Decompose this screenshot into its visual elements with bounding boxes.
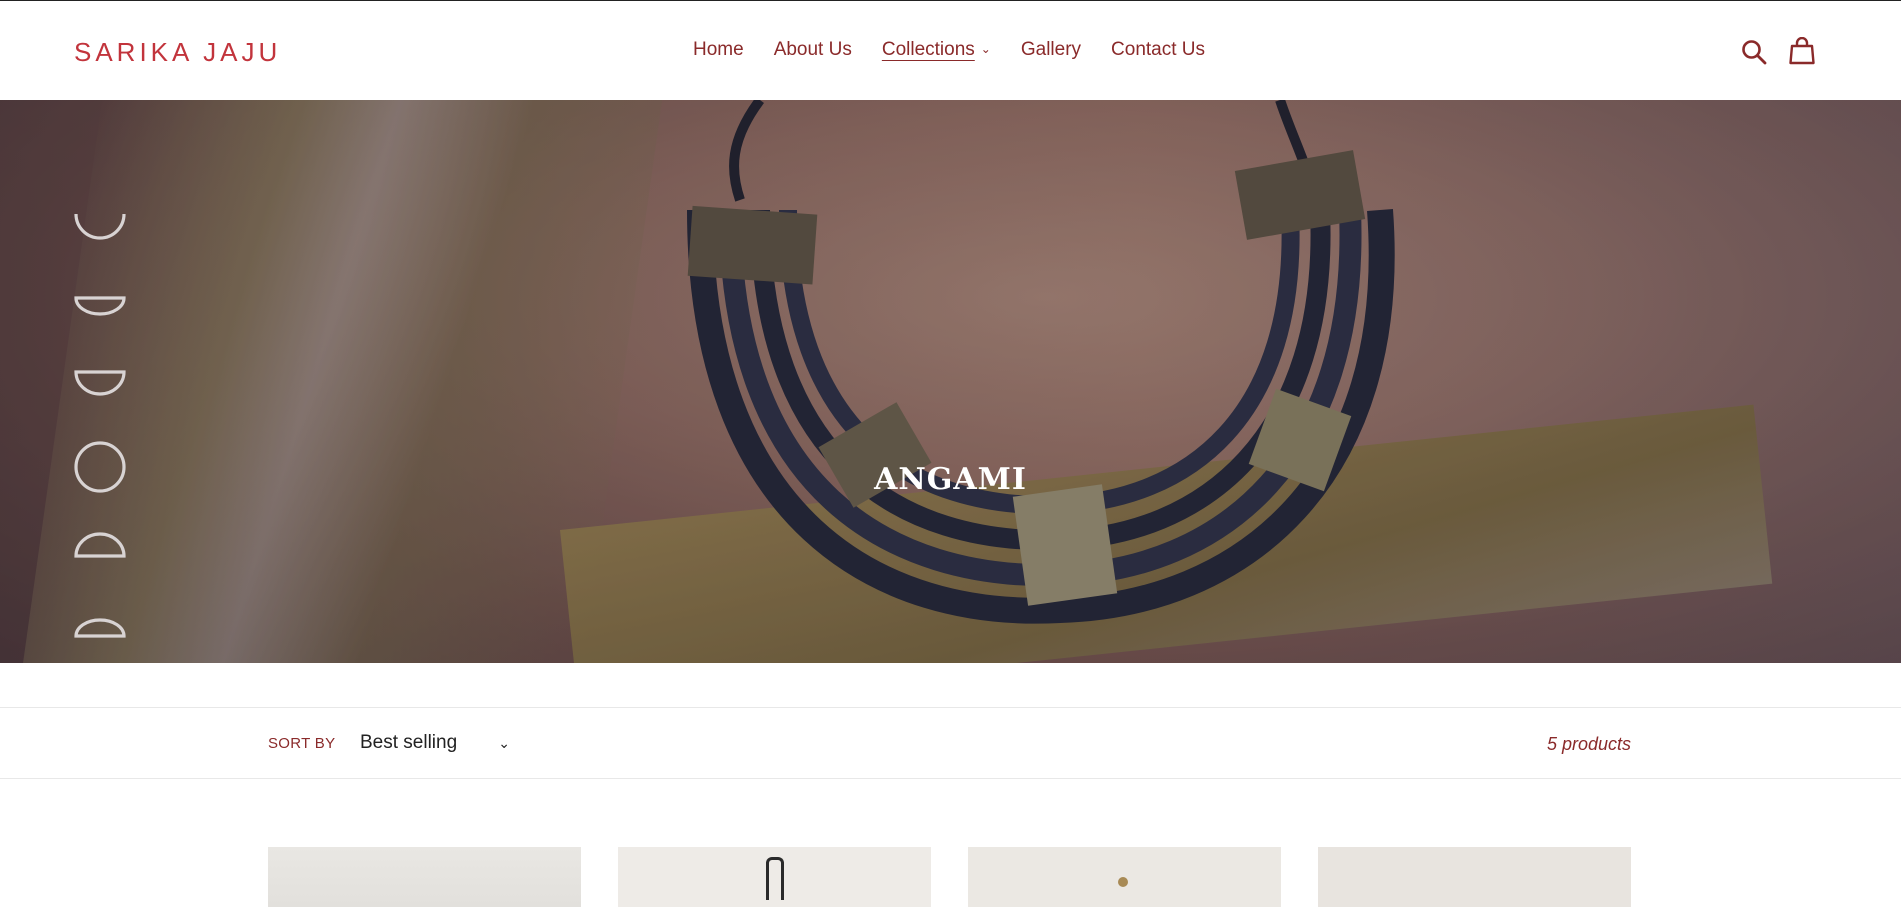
cart-icon[interactable] <box>1789 37 1815 65</box>
hero-overlay <box>0 100 1901 663</box>
product-image-detail <box>1118 877 1128 887</box>
collection-hero: ANGAMI <box>0 100 1901 663</box>
nav-collections-label: Collections <box>881 39 975 60</box>
nav-collections[interactable]: Collections ⌄ <box>882 39 991 61</box>
product-image-detail <box>766 857 784 900</box>
product-card[interactable] <box>268 847 581 907</box>
moon-phase-graphic <box>74 213 126 638</box>
nav-about-us[interactable]: About Us <box>774 39 852 61</box>
sort-select[interactable]: Best selling ⌄ <box>352 727 518 759</box>
main-nav: Home About Us Collections ⌄ Gallery Conta… <box>693 39 1235 61</box>
product-card[interactable] <box>1318 847 1631 907</box>
product-image <box>1318 847 1631 907</box>
chevron-down-icon: ⌄ <box>498 734 510 751</box>
chevron-down-icon: ⌄ <box>980 42 991 56</box>
product-card[interactable] <box>968 847 1281 907</box>
sort-select-value: Best selling <box>360 732 458 753</box>
site-header: SARIKA JAJU Home About Us Collections ⌄ G… <box>0 1 1901 100</box>
collection-toolbar: SORT BY Best selling ⌄ 5 products <box>0 707 1901 779</box>
collection-title: ANGAMI <box>874 462 1027 497</box>
nav-contact-us[interactable]: Contact Us <box>1111 39 1205 61</box>
product-grid <box>268 847 1631 907</box>
logo[interactable]: SARIKA JAJU <box>74 37 281 68</box>
product-count: 5 products <box>1546 734 1631 754</box>
product-image <box>268 847 581 907</box>
product-card[interactable] <box>618 847 931 907</box>
search-icon[interactable] <box>1741 39 1767 65</box>
nav-home[interactable]: Home <box>693 39 744 61</box>
nav-gallery[interactable]: Gallery <box>1021 39 1081 61</box>
sort-by-label: SORT BY <box>268 735 336 752</box>
